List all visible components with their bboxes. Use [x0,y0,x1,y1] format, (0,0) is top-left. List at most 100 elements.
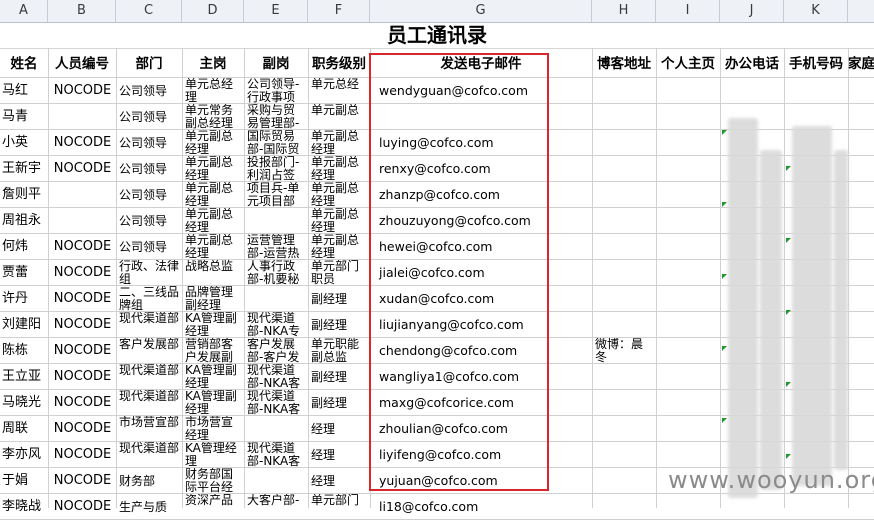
cell-main[interactable]: 品牌管理副经理 [185,286,242,312]
column-letter-f[interactable]: F [308,0,370,22]
column-letter-b[interactable]: B [48,0,116,22]
cell-dept[interactable]: 公司领导 [119,182,180,208]
cell-sub[interactable]: 项目兵-单元项目部 [247,182,306,208]
cell-code[interactable]: NOCODE [51,78,114,104]
cell-main[interactable]: 战略总监 [185,260,242,286]
cell-name[interactable]: 李晓战 [2,494,47,520]
cell-name[interactable]: 小英 [2,130,47,156]
cell-sub[interactable]: 人事行政部-机要秘 [247,260,306,286]
cell-blog[interactable] [595,442,654,468]
header-dept[interactable]: 部门 [116,52,182,76]
column-letter-l[interactable] [848,0,874,22]
cell-sub[interactable] [247,208,306,234]
cell-blog[interactable] [595,130,654,156]
cell-dept[interactable]: 财务部 [119,468,180,494]
cell-sub[interactable] [247,468,306,494]
column-letter-g[interactable]: G [370,0,592,22]
cell-level[interactable]: 单元副总 [311,104,368,130]
column-letter-i[interactable]: I [656,0,720,22]
cell-name[interactable]: 李亦风 [2,442,47,468]
cell-blog[interactable] [595,494,654,520]
header-mobile[interactable]: 手机号码 [784,52,848,76]
cell-level[interactable]: 经理 [311,416,368,442]
cell-name[interactable]: 马红 [2,78,47,104]
cell-level[interactable]: 经理 [311,468,368,494]
cell-main[interactable]: 资深产品 [185,494,242,520]
cell-main[interactable]: 市场营宣经理 [185,416,242,442]
cell-main[interactable]: 单元副总经理 [185,208,242,234]
cell-sub[interactable] [247,286,306,312]
cell-blog[interactable] [595,286,654,312]
cell-main[interactable]: 单元总经理 [185,78,242,104]
cell-dept[interactable]: 公司领导 [119,130,180,156]
cell-main[interactable]: KA管理经理 [185,442,242,468]
cell-sub[interactable]: 国际贸易部-国际贸 [247,130,306,156]
cell-name[interactable]: 马青 [2,104,47,130]
cell-code[interactable]: NOCODE [51,156,114,182]
column-letter-k[interactable]: K [784,0,848,22]
cell-level[interactable]: 副经理 [311,390,368,416]
cell-sub[interactable]: 现代渠道部-NKA客 [247,364,306,390]
cell-dept[interactable]: 现代渠道部 [119,364,180,390]
cell-code[interactable]: NOCODE [51,468,114,494]
cell-code[interactable]: NOCODE [51,364,114,390]
cell-level[interactable]: 单元部门 [311,494,368,520]
cell-name[interactable]: 詹则平 [2,182,47,208]
header-home[interactable]: 家庭 [848,52,874,76]
cell-main[interactable]: 营销部客户发展副 [185,338,242,364]
cell-dept[interactable]: 现代渠道部 [119,442,180,468]
cell-name[interactable]: 马晓光 [2,390,47,416]
cell-main[interactable]: KA管理副经理 [185,390,242,416]
cell-dept[interactable]: 现代渠道部 [119,312,180,338]
column-letter-a[interactable]: A [0,0,48,22]
cell-name[interactable]: 王立亚 [2,364,47,390]
cell-code[interactable]: NOCODE [51,338,114,364]
header-code[interactable]: 人员编号 [48,52,116,76]
cell-name[interactable]: 何炜 [2,234,47,260]
cell-main[interactable]: KA管理副经理 [185,364,242,390]
cell-blog[interactable] [595,390,654,416]
cell-code[interactable]: NOCODE [51,312,114,338]
cell-name[interactable]: 刘建阳 [2,312,47,338]
cell-level[interactable]: 单元副总经理 [311,234,368,260]
cell-code[interactable]: NOCODE [51,494,114,520]
cell-sub[interactable]: 运营管理部-运营热 [247,234,306,260]
cell-dept[interactable]: 现代渠道部 [119,390,180,416]
cell-blog[interactable]: 微博：晨冬 [595,338,654,364]
cell-dept[interactable]: 生产与质 [119,494,180,520]
cell-code[interactable]: NOCODE [51,390,114,416]
cell-dept[interactable]: 公司领导 [119,78,180,104]
cell-level[interactable]: 单元总经 [311,78,368,104]
header-office-phone[interactable]: 办公电话 [720,52,784,76]
cell-dept[interactable]: 公司领导 [119,208,180,234]
cell-main[interactable]: 单元副总经理 [185,156,242,182]
cell-email[interactable]: li18@cofco.com [373,494,590,520]
cell-code[interactable]: NOCODE [51,260,114,286]
header-blog[interactable]: 博客地址 [592,52,656,76]
cell-code[interactable]: NOCODE [51,416,114,442]
cell-name[interactable]: 贾蕾 [2,260,47,286]
cell-dept[interactable]: 客户发展部 [119,338,180,364]
column-letter-c[interactable]: C [116,0,182,22]
cell-name[interactable]: 于娟 [2,468,47,494]
cell-sub[interactable]: 大客户部- [247,494,306,520]
cell-blog[interactable] [595,364,654,390]
cell-code[interactable] [51,208,114,234]
cell-dept[interactable]: 公司领导 [119,156,180,182]
cell-level[interactable]: 单元副总经理 [311,156,368,182]
cell-sub[interactable]: 现代渠道部-NKA客 [247,442,306,468]
cell-blog[interactable] [595,468,654,494]
cell-blog[interactable] [595,78,654,104]
cell-blog[interactable] [595,260,654,286]
cell-sub[interactable]: 现代渠道部-NKA专 [247,312,306,338]
cell-name[interactable]: 周祖永 [2,208,47,234]
cell-main[interactable]: 单元副总经理 [185,234,242,260]
cell-name[interactable]: 陈栋 [2,338,47,364]
cell-level[interactable]: 单元职能副总监 [311,338,368,364]
header-name[interactable]: 姓名 [0,52,48,76]
cell-main[interactable]: 单元副总经理 [185,182,242,208]
cell-dept[interactable]: 市场营宣部 [119,416,180,442]
cell-level[interactable]: 经理 [311,442,368,468]
cell-dept[interactable]: 行政、法律组 [119,260,180,286]
cell-dept[interactable]: 公司领导 [119,104,180,130]
